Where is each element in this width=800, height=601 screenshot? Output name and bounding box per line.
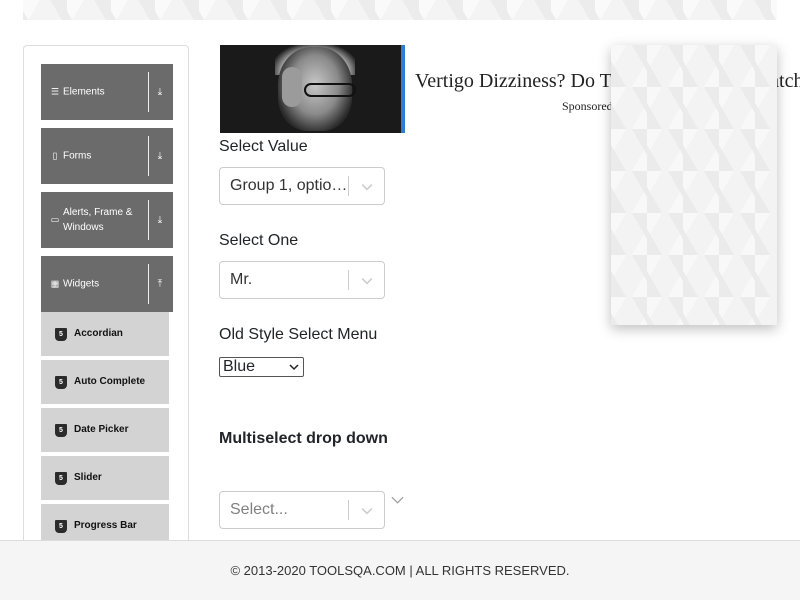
ad-sponsored-label: Sponsored [562,99,613,113]
old-style-select-label: Old Style Select Menu [219,326,378,343]
sidebar-group-elements[interactable]: ☰ Elements ⤓ [41,64,173,120]
floating-ad-overlay[interactable] [611,45,777,325]
select-one-dropdown[interactable]: Mr. [219,261,385,299]
sidebar-group-label: Widgets [63,278,100,290]
form-icon: ▯ [52,150,58,161]
divider [148,200,149,240]
collapse-up-icon[interactable]: ⤒ [153,279,167,290]
divider [348,176,349,196]
ad-photo-hand [282,67,302,107]
sidebar-item-label: Accordian [74,328,123,339]
grid-icon: ▦ [50,278,60,289]
old-style-select-current: Blue [223,358,256,375]
multiselect-label: Multiselect drop down [219,430,388,447]
old-style-select-menu[interactable]: Blue [219,357,304,377]
select-value-dropdown[interactable]: Group 1, option 1 [219,167,385,205]
footer-copyright: © 2013-2020 TOOLSQA.COM | ALL RIGHTS RES… [230,563,570,578]
sidebar-item-label: Date Picker [74,424,129,435]
sidebar-group-forms[interactable]: ▯ Forms ⤓ [41,128,173,184]
sidebar: ☰ Elements ⤓ ▯ Forms ⤓ ▭ Alerts, Frame &… [23,45,189,565]
chevron-down-icon[interactable] [359,503,375,519]
select-one-label: Select One [219,232,299,249]
ad-photo-glasses [304,83,356,97]
divider [148,136,149,176]
select-value-current: Group 1, option 1 [230,177,350,194]
html5-icon: 5 [55,472,67,485]
chevron-down-icon[interactable] [390,493,405,507]
sidebar-group-label: Forms [63,150,92,162]
divider [348,270,349,290]
expand-down-icon[interactable]: ⤓ [153,215,167,226]
sidebar-group-label: Alerts, Frame & Windows [63,207,133,233]
sidebar-item-label: Auto Complete [74,376,146,387]
window-icon: ▭ [50,214,60,225]
sidebar-group-label: Elements [63,86,105,98]
sidebar-item-label: Progress Bar [74,520,137,531]
sidebar-group-alerts[interactable]: ▭ Alerts, Frame & Windows ⤓ [41,192,173,248]
sidebar-item-date-picker[interactable]: 5 Date Picker [41,408,169,454]
divider [348,500,349,520]
chevron-down-icon [289,364,299,371]
expand-down-icon[interactable]: ⤓ [153,87,167,98]
html5-icon: 5 [55,424,67,437]
sidebar-item-auto-complete[interactable]: 5 Auto Complete [41,360,169,406]
chevron-down-icon[interactable] [359,273,375,289]
sidebar-item-label: Slider [74,472,102,483]
html5-icon: 5 [55,328,67,341]
list-icon: ☰ [50,86,60,97]
ad-image[interactable] [220,45,405,133]
chevron-down-icon[interactable] [359,179,375,195]
html5-icon: 5 [55,376,67,389]
html5-icon: 5 [55,520,67,533]
footer: © 2013-2020 TOOLSQA.COM | ALL RIGHTS RES… [0,540,800,600]
multiselect-placeholder: Select... [230,501,288,518]
multiselect-dropdown[interactable]: Select... [219,491,385,529]
expand-down-icon[interactable]: ⤓ [153,151,167,162]
sidebar-item-accordian[interactable]: 5 Accordian [41,312,169,358]
select-value-label: Select Value [219,138,308,155]
divider [148,72,149,112]
top-ad-banner [23,0,777,20]
select-one-current: Mr. [230,271,253,288]
sidebar-group-widgets[interactable]: ▦ Widgets ⤒ [41,256,173,312]
sidebar-item-slider[interactable]: 5 Slider [41,456,169,502]
divider [148,264,149,304]
